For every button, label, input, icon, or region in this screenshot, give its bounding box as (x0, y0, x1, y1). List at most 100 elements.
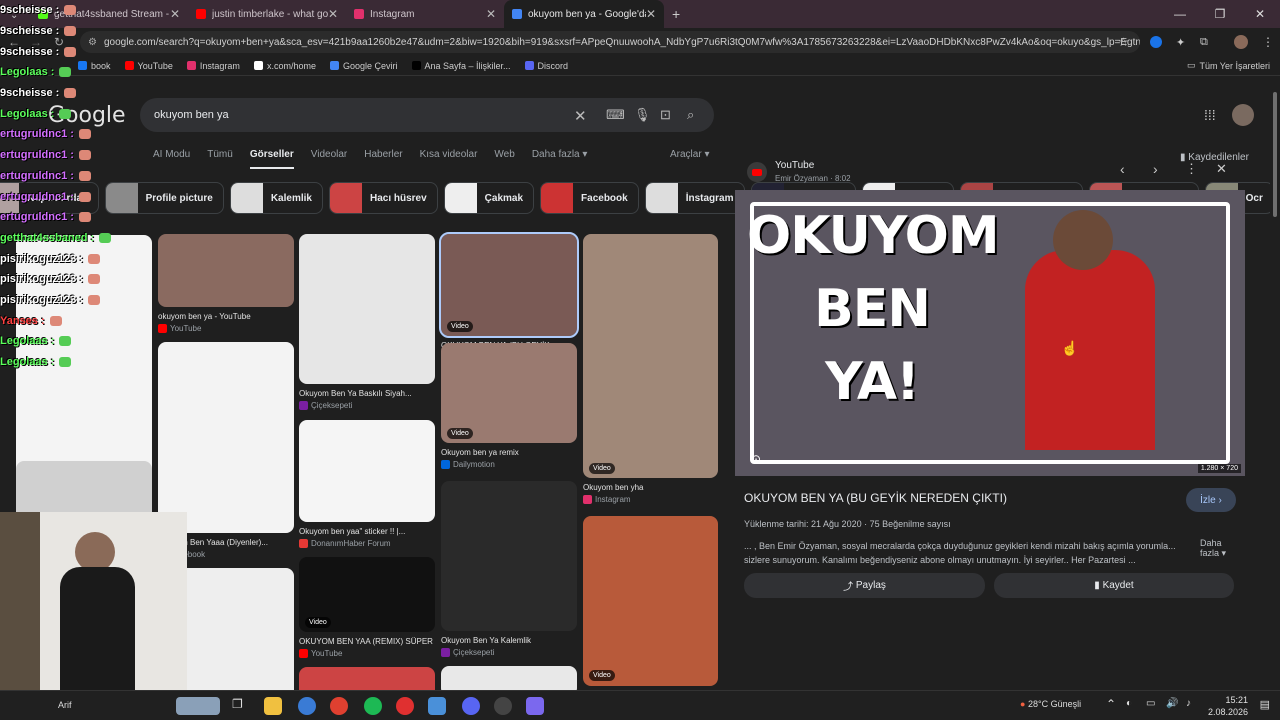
result-thumbnail[interactable]: Video (583, 234, 718, 478)
result-thumbnail[interactable]: Video (439, 232, 579, 338)
minimize-button[interactable]: — (1160, 7, 1200, 21)
result-thumbnail[interactable] (441, 481, 577, 631)
browser-tab[interactable]: Instagram ✕ (346, 0, 504, 28)
network-icon[interactable]: ▭ (1146, 698, 1155, 709)
lens-icon[interactable]: ⊡ (660, 107, 671, 123)
preview-image[interactable]: OKUYOM BEN YA! ⊙ 1.280 × 720 ☝ (735, 190, 1245, 476)
bookmark-star-icon[interactable]: ☆ (1118, 35, 1129, 49)
result-thumbnail[interactable] (299, 420, 435, 522)
next-result-icon[interactable]: › (1153, 161, 1158, 177)
chrome-icon[interactable] (330, 697, 348, 715)
extensions-puzzle-icon[interactable]: ⧉ (1200, 36, 1208, 49)
result-title[interactable]: Okuyom ben yaa" sticker !! |... (299, 527, 435, 536)
more-button[interactable]: Daha fazla ▾ (1200, 538, 1236, 559)
result-thumbnail[interactable] (583, 516, 718, 686)
search-tab[interactable]: Haberler (364, 149, 402, 169)
search-icon[interactable]: ⌕ (687, 107, 694, 123)
discord-icon[interactable] (462, 697, 480, 715)
extension-icon-2[interactable]: ✦ (1176, 36, 1185, 49)
result-thumbnail[interactable] (441, 666, 577, 690)
volume-icon[interactable]: 🔊 (1166, 698, 1178, 709)
result-title[interactable]: Okuyom ben yha (583, 483, 718, 492)
close-window-button[interactable]: ✕ (1240, 7, 1280, 21)
account-avatar[interactable] (1232, 104, 1254, 126)
keyboard-icon[interactable]: ⌨ (606, 107, 625, 123)
widgets-icon[interactable] (176, 697, 220, 715)
search-tab[interactable]: Görseller (249, 149, 294, 169)
app-icon-3[interactable] (526, 697, 544, 715)
related-search-chip[interactable]: Çakmak (443, 182, 535, 214)
speaker-icon[interactable]: ♪ (1186, 698, 1191, 709)
result-thumbnail[interactable] (158, 342, 294, 533)
save-button[interactable]: ▮ Kaydet (994, 573, 1234, 598)
result-source[interactable]: Çiçeksepeti (441, 648, 494, 657)
prev-result-icon[interactable]: ‹ (1120, 161, 1125, 177)
tray-chevron-icon[interactable]: ⌃ (1106, 697, 1116, 711)
related-search-chip[interactable]: İnstagram (644, 182, 745, 214)
obs-icon[interactable] (494, 697, 512, 715)
profile-avatar-icon[interactable] (1234, 35, 1248, 49)
result-title[interactable]: okuyom ben ya - YouTube (158, 312, 294, 321)
result-source[interactable]: Dailymotion (441, 460, 495, 469)
result-title[interactable]: Okuyom ben ya remix (441, 448, 577, 457)
tools-button[interactable]: Araçlar ▾ (670, 149, 710, 160)
related-search-chip[interactable]: Hacı hüsrev (328, 182, 438, 214)
watch-button[interactable]: İzle › (1186, 488, 1236, 512)
task-view-icon[interactable]: ❐ (232, 697, 250, 715)
close-tab-icon[interactable]: ✕ (486, 7, 496, 21)
search-tab[interactable]: Videolar (311, 149, 348, 169)
extension-icon[interactable] (1150, 36, 1162, 48)
bookmark-item[interactable]: Discord (524, 61, 568, 71)
app-icon-2[interactable] (396, 697, 414, 715)
search-tab[interactable]: Tümü (207, 149, 233, 169)
browser-tab[interactable]: okuyom ben ya - Google'da Ara✕ (504, 0, 664, 28)
close-panel-icon[interactable]: ✕ (1216, 161, 1227, 177)
result-thumbnail[interactable] (299, 667, 435, 690)
tray-app-icon[interactable]: ◐ (1126, 698, 1132, 709)
related-search-chip[interactable]: Facebook (540, 182, 639, 214)
result-title[interactable]: Okuyom Ben Ya Kalemlik (441, 636, 577, 645)
app-icon-1[interactable] (298, 697, 316, 715)
result-source[interactable]: YouTube (299, 649, 342, 658)
close-tab-icon[interactable]: ✕ (646, 7, 656, 21)
page-scrollbar[interactable] (1270, 77, 1280, 690)
spotify-icon[interactable] (364, 697, 382, 715)
notification-icon[interactable]: ▤ (1260, 698, 1270, 711)
result-thumbnail[interactable] (299, 234, 435, 384)
file-explorer-icon[interactable] (264, 697, 282, 715)
more-options-icon[interactable]: ⋮ (1185, 161, 1198, 177)
result-thumbnail[interactable] (158, 234, 294, 307)
result-title[interactable]: Okuyom Ben Ya Baskılı Siyah... (299, 389, 435, 398)
panel-source[interactable]: YouTube (775, 160, 814, 171)
share-button[interactable]: ⤴ Paylaş (744, 573, 985, 598)
bookmark-item[interactable]: Instagram (186, 61, 240, 71)
url-field[interactable]: ⚙ google.com/search?q=okuyom+ben+ya&sca_… (80, 31, 1140, 53)
search-tab[interactable]: Kısa videolar (420, 149, 478, 169)
bookmark-item[interactable]: Google Çeviri (329, 61, 398, 71)
result-thumbnail[interactable]: Video (441, 343, 577, 443)
microphone-icon[interactable]: 🎙 (634, 107, 651, 123)
lens-search-icon[interactable]: ⊙ (751, 452, 761, 466)
maximize-button[interactable]: ❐ (1200, 7, 1240, 21)
panel-title[interactable]: OKUYOM BEN YA (BU GEYİK NEREDEN ÇIKTI) (744, 491, 1007, 505)
search-tab[interactable]: Daha fazla ▾ (532, 149, 588, 169)
clear-search-icon[interactable]: ✕ (574, 107, 587, 125)
search-tab[interactable]: Web (494, 149, 514, 169)
all-bookmarks-button[interactable]: ▭ Tüm Yer İşaretleri (1187, 60, 1270, 71)
bookmark-item[interactable]: Ana Sayfa – İlişkiler... (411, 61, 511, 71)
settings-icon[interactable] (428, 697, 446, 715)
browser-menu-icon[interactable]: ⋮ (1262, 35, 1274, 49)
clock[interactable]: 15:21 2.08.2026 (1208, 694, 1248, 718)
result-source[interactable]: Çiçeksepeti (299, 401, 352, 410)
close-tab-icon[interactable]: ✕ (170, 7, 180, 21)
apps-grid-icon[interactable]: ⁞⁞⁞ (1204, 107, 1216, 123)
related-search-chip[interactable]: Kalemlik (229, 182, 323, 214)
bookmark-item[interactable]: x.com/home (253, 61, 316, 71)
new-tab-button[interactable]: + (672, 6, 680, 22)
close-tab-icon[interactable]: ✕ (328, 7, 338, 21)
browser-tab[interactable]: justin timberlake - what goes a✕ (188, 0, 346, 28)
weather-widget[interactable]: ● 28°C Güneşli (1020, 699, 1081, 709)
result-source[interactable]: Instagram (583, 495, 631, 504)
search-box[interactable]: okuyom ben ya ✕ ⌨ 🎙 ⊡ ⌕ (140, 98, 714, 132)
result-thumbnail[interactable]: Video (299, 557, 435, 632)
